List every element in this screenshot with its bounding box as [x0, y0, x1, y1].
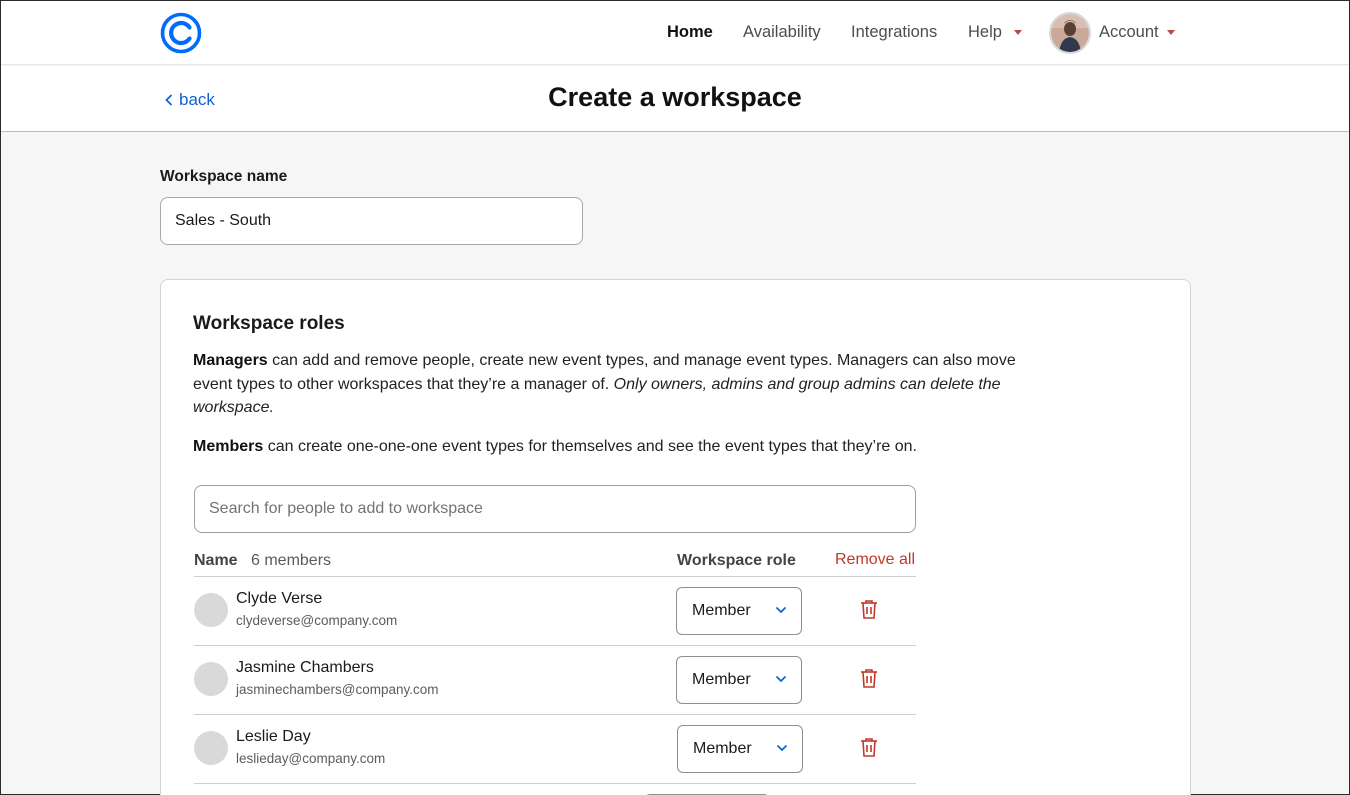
role-value: Member: [692, 671, 751, 688]
member-count: 6 members: [251, 552, 332, 569]
trash-icon[interactable]: [860, 737, 878, 762]
avatar: [194, 731, 228, 765]
member-email: clydeverse@company.com: [236, 613, 398, 628]
account-caret-down-icon[interactable]: [1167, 30, 1175, 35]
calendly-logo[interactable]: [159, 11, 203, 55]
member-email: leslieday@company.com: [236, 751, 386, 766]
members-description: Members can create one-one-one event typ…: [193, 435, 1023, 459]
chevron-down-icon: [776, 744, 788, 752]
managers-term: Managers: [193, 352, 268, 369]
avatar: [194, 593, 228, 627]
table-row: Leslie Day leslieday@company.com Member: [194, 715, 916, 784]
table-row: Clyde Verse clydeverse@company.com Membe…: [194, 577, 916, 646]
role-value: Member: [693, 740, 752, 757]
role-select[interactable]: Member: [676, 656, 802, 704]
nav-account[interactable]: Account: [1099, 23, 1159, 42]
nav-integrations[interactable]: Integrations: [851, 23, 937, 42]
avatar: [194, 662, 228, 696]
members-term: Members: [193, 438, 264, 455]
page-title: Create a workspace: [548, 82, 802, 112]
managers-description: Managers can add and remove people, crea…: [193, 349, 1023, 420]
workspace-role-column-header: Workspace role: [677, 552, 796, 569]
member-name: Leslie Day: [236, 728, 311, 745]
role-select[interactable]: Member: [677, 725, 803, 773]
help-caret-down-icon[interactable]: [1014, 30, 1022, 35]
member-name: Clyde Verse: [236, 590, 323, 607]
member-email: jasminechambers@company.com: [236, 682, 439, 697]
page-header: back Create a workspace: [1, 66, 1349, 132]
account-avatar[interactable]: [1049, 12, 1091, 54]
table-row: Jasmine Chambers jasminechambers@company…: [194, 646, 916, 715]
role-select[interactable]: Member: [676, 587, 802, 635]
nav-help[interactable]: Help: [968, 23, 1002, 42]
members-text: can create one-one-one event types for t…: [263, 438, 917, 455]
workspace-name-input[interactable]: [160, 197, 583, 245]
member-name: Jasmine Chambers: [236, 659, 374, 676]
roles-title: Workspace roles: [193, 313, 345, 334]
chevron-down-icon: [775, 675, 787, 683]
nav-home[interactable]: Home: [667, 23, 713, 42]
nav-availability[interactable]: Availability: [743, 23, 821, 42]
name-column-header: Name: [194, 552, 238, 569]
divider: [194, 783, 916, 784]
remove-all-button[interactable]: Remove all: [835, 551, 915, 569]
role-value: Member: [692, 602, 751, 619]
trash-icon[interactable]: [860, 599, 878, 624]
workspace-roles-card: Workspace roles Managers can add and rem…: [160, 279, 1191, 795]
trash-icon[interactable]: [860, 668, 878, 693]
top-navigation: Home Availability Integrations Help Acco…: [1, 1, 1349, 65]
workspace-name-label: Workspace name: [160, 168, 288, 185]
chevron-down-icon: [775, 606, 787, 614]
search-people-input[interactable]: [194, 485, 916, 533]
